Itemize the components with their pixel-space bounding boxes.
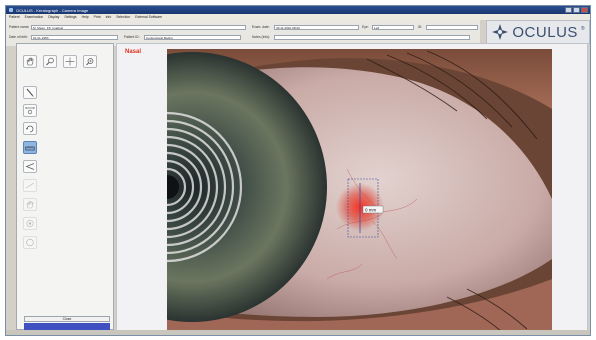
pencil-tool-button[interactable] (23, 86, 37, 99)
app-window: OCULUS - Keratograph - Camera Image Pati… (5, 5, 591, 336)
line-tool-button[interactable] (23, 179, 37, 192)
magnifier-icon (46, 57, 54, 66)
patient-name-field: Patient name: M_Meier_K5_Imaging (9, 24, 246, 30)
maximize-button[interactable] (573, 7, 580, 13)
measurement-tag: 0 mm (365, 208, 377, 213)
window-controls (565, 7, 588, 13)
menu-item-patient[interactable]: Patient (9, 15, 20, 19)
zoom-tool-button[interactable] (83, 55, 97, 68)
measure-tool-button[interactable] (23, 104, 37, 117)
date-of-birth-label: Date of birth: (9, 35, 28, 39)
ruler-icon (25, 146, 35, 151)
hand-alt-tool-button[interactable] (23, 198, 37, 211)
menu-item-display[interactable]: Display (48, 15, 59, 19)
patient-id-field: Patient ID: Conjunctival Redng (124, 34, 241, 40)
id-label: ID: (418, 25, 423, 29)
ruler-tool-button[interactable] (23, 141, 37, 154)
menu-item-help[interactable]: Help (82, 15, 89, 19)
menu-item-print[interactable]: Print (94, 15, 101, 19)
close-button[interactable]: Close (24, 316, 110, 322)
menu-item-settings[interactable]: Settings (64, 15, 76, 19)
angle-tool-button[interactable] (23, 160, 37, 173)
circle-icon (26, 238, 34, 247)
pencil-icon (26, 88, 34, 97)
patient-id-label: Patient ID: (124, 35, 140, 39)
logo-text: OCULUS (512, 23, 578, 41)
notes-value[interactable] (274, 34, 470, 40)
menu-item-examination[interactable]: Examination (25, 15, 44, 19)
logo-trademark: ® (580, 26, 585, 32)
tool-panel: Close (16, 43, 114, 330)
crosshair-icon (65, 57, 75, 66)
circle-target-icon (26, 219, 34, 228)
patient-name-label: Patient name: (9, 25, 30, 29)
line-tool-icon (25, 182, 35, 189)
eye-label: Eye: (362, 25, 369, 29)
window-title: OCULUS - Keratograph - Camera Image (16, 7, 89, 13)
eye-value[interactable]: Left (372, 24, 414, 30)
close-window-button[interactable] (581, 7, 588, 13)
eye-camera-image[interactable]: 0 mm (167, 49, 552, 331)
patient-name-value[interactable]: M_Meier_K5_Imaging (31, 24, 246, 30)
oculus-logo: OCULUS ® (486, 20, 590, 44)
nasal-label: Nasal (125, 49, 142, 55)
date-of-birth-field: Date of birth: 01.01.1953 (9, 34, 118, 40)
hand-icon (26, 57, 34, 66)
notes-field: Notes (Info): (252, 34, 470, 40)
circle-tool-button[interactable] (23, 236, 37, 249)
image-viewer[interactable]: Nasal 0 mm (116, 43, 588, 331)
hand-alt-icon (26, 201, 34, 209)
menu-item-external-software[interactable]: External Software (135, 15, 162, 19)
menu-item-info[interactable]: Info (106, 15, 112, 19)
notes-label: Notes (Info): (252, 35, 271, 39)
menu-item-selection[interactable]: Selection (116, 15, 130, 19)
oculus-star-icon (492, 24, 509, 40)
patient-id-value[interactable]: Conjunctival Redng (144, 34, 241, 40)
hand-tool-button[interactable] (23, 55, 37, 68)
rotate-icon (26, 125, 34, 133)
rotate-tool-button[interactable] (23, 122, 37, 135)
exam-date-value[interactable]: 30.11.2010 08:20 (274, 24, 359, 30)
status-bar (6, 330, 590, 335)
title-bar[interactable]: OCULUS - Keratograph - Camera Image (6, 6, 590, 14)
id-field: ID: (418, 24, 478, 30)
eye-field: Eye: Left (362, 24, 414, 30)
minimize-button[interactable] (565, 7, 572, 13)
id-value[interactable] (426, 24, 478, 30)
exam-date-field: Exam. date: 30.11.2010 08:20 (252, 24, 359, 30)
app-icon (9, 8, 13, 12)
measure-icon (25, 107, 35, 115)
progress-bar (24, 323, 110, 330)
circle-target-tool-button[interactable] (23, 217, 37, 230)
zoom-icon (86, 58, 94, 66)
date-of-birth-value[interactable]: 01.01.1953 (31, 34, 118, 40)
magnifier-tool-button[interactable] (43, 55, 57, 68)
angle-icon (25, 163, 35, 170)
exam-date-label: Exam. date: (252, 25, 270, 29)
crosshair-tool-button[interactable] (63, 55, 77, 68)
